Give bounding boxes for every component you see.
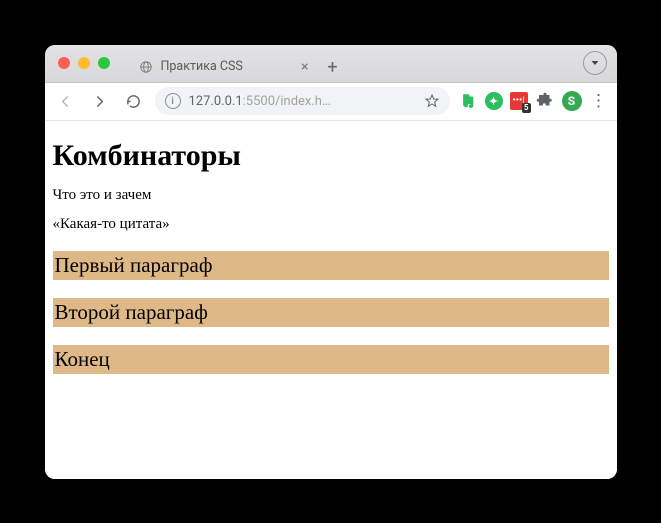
- s-extension-icon[interactable]: S: [562, 91, 582, 111]
- site-info-icon[interactable]: i: [165, 93, 181, 109]
- url-text: 127.0.0.1:5500/index.h…: [189, 94, 416, 109]
- toolbar: i 127.0.0.1:5500/index.h… ✦ •••|5 S ⋮: [45, 83, 617, 121]
- url-host: 127.0.0.1: [189, 94, 243, 109]
- extension-badge: 5: [522, 103, 531, 113]
- tab-close-button[interactable]: ×: [301, 60, 308, 74]
- titlebar: Практика CSS × +: [45, 45, 617, 83]
- extensions-puzzle-icon[interactable]: [535, 91, 555, 111]
- green-circle-extension-icon[interactable]: ✦: [485, 92, 503, 110]
- minimize-icon[interactable]: [78, 57, 90, 69]
- new-tab-button[interactable]: +: [319, 54, 347, 82]
- paragraph-3: Конец: [53, 345, 609, 374]
- back-button[interactable]: [53, 88, 79, 114]
- maximize-icon[interactable]: [98, 57, 110, 69]
- page-heading: Комбинаторы: [53, 139, 609, 173]
- bookmark-star-icon[interactable]: [424, 93, 440, 109]
- globe-icon: [139, 60, 153, 74]
- tab-strip: Практика CSS × +: [123, 45, 573, 82]
- lastpass-extension-icon[interactable]: •••|5: [510, 92, 528, 110]
- intro-text: Что это и зачем: [53, 187, 609, 204]
- extensions-row: ✦ •••|5 S ⋮: [458, 91, 609, 111]
- forward-button[interactable]: [87, 88, 113, 114]
- paragraph-1: Первый параграф: [53, 251, 609, 280]
- close-icon[interactable]: [58, 57, 70, 69]
- profile-button[interactable]: [583, 51, 607, 75]
- tab-active[interactable]: Практика CSS ×: [129, 52, 319, 82]
- evernote-extension-icon[interactable]: [458, 91, 478, 111]
- page-viewport: Комбинаторы Что это и зачем «Какая-то ци…: [45, 121, 617, 479]
- window-controls: [45, 57, 123, 69]
- paragraph-2: Второй параграф: [53, 298, 609, 327]
- url-path: :5500/index.h…: [243, 94, 331, 109]
- menu-kebab-icon[interactable]: ⋮: [589, 91, 609, 111]
- browser-window: Практика CSS × + i 127.0.0.1:5500/index.…: [45, 45, 617, 479]
- address-bar[interactable]: i 127.0.0.1:5500/index.h…: [155, 87, 450, 115]
- quote-text: «Какая-то цитата»: [53, 216, 609, 233]
- reload-button[interactable]: [121, 88, 147, 114]
- tab-title: Практика CSS: [161, 59, 294, 74]
